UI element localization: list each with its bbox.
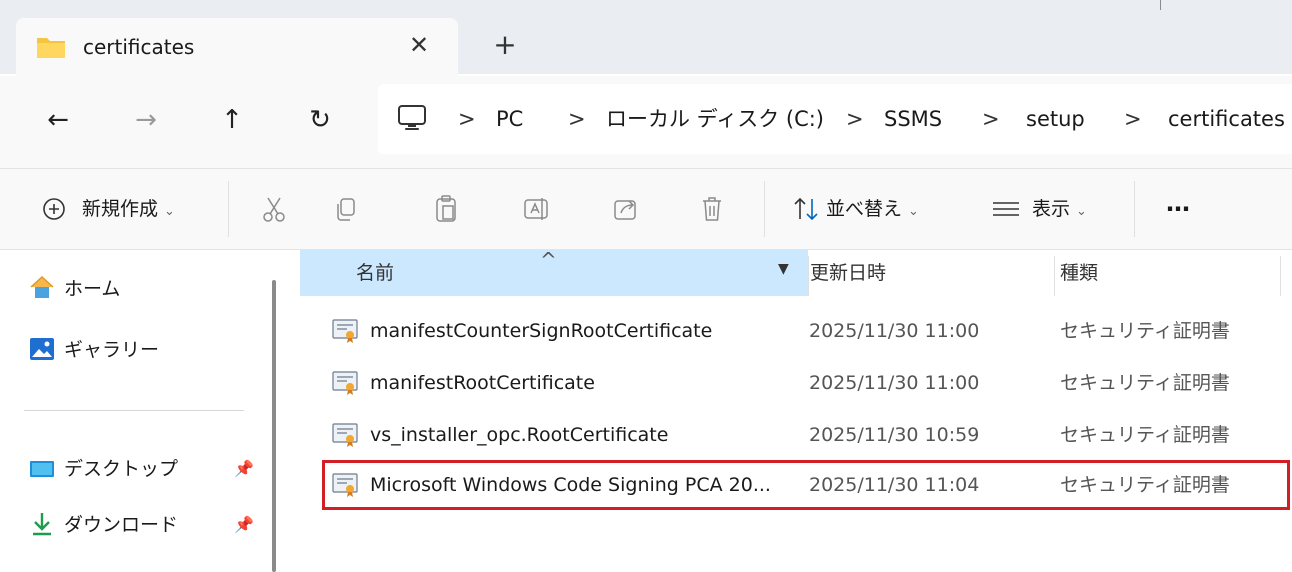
sort-icon: [794, 197, 818, 221]
file-list: 名前 ^ ▼ 更新日時 種類 manifestCounterSignRootCe…: [290, 248, 1292, 572]
new-button-label: 新規作成: [82, 198, 159, 220]
file-date: 2025/11/30 11:00: [809, 320, 980, 342]
view-button-label: 表示: [1032, 198, 1071, 220]
column-header-date[interactable]: 更新日時: [808, 250, 1058, 296]
up-button[interactable]: ↑: [212, 100, 252, 140]
chevron-down-icon: ⌄: [908, 204, 919, 219]
file-type: セキュリティ証明書: [1060, 320, 1230, 342]
file-type: セキュリティ証明書: [1060, 424, 1230, 446]
share-icon[interactable]: [610, 193, 642, 225]
file-type: セキュリティ証明書: [1060, 474, 1230, 496]
address-bar[interactable]: > PC > ローカル ディスク (C:) > SSMS > setup > c…: [378, 84, 1292, 154]
sidebar-item-desktop[interactable]: デスクトップ: [64, 449, 178, 489]
copy-icon[interactable]: [330, 193, 362, 225]
new-plus-icon: [43, 198, 65, 220]
cut-icon[interactable]: [258, 193, 290, 225]
file-date: 2025/11/30 11:00: [809, 372, 980, 394]
column-label-name: 名前: [356, 262, 395, 284]
toolbar-divider: [228, 181, 229, 237]
certificate-icon: [332, 423, 358, 447]
file-name: manifestRootCertificate: [370, 372, 595, 394]
new-button[interactable]: 新規作成 ⌄: [82, 189, 175, 229]
file-date: 2025/11/30 10:59: [809, 424, 980, 446]
close-tab-icon[interactable]: ✕: [404, 30, 434, 60]
tab-strip: certificates ✕ +: [0, 0, 1292, 76]
sidebar-scrollbar[interactable]: [272, 280, 276, 572]
file-name: manifestCounterSignRootCertificate: [370, 320, 713, 342]
sidebar-item-downloads[interactable]: ダウンロード: [64, 505, 178, 545]
breadcrumb-ssms[interactable]: SSMS: [884, 84, 942, 154]
breadcrumb-separator: >: [1124, 107, 1142, 131]
file-type: セキュリティ証明書: [1060, 372, 1230, 394]
sort-ascending-icon: ^: [540, 248, 557, 272]
pin-icon[interactable]: 📌: [234, 515, 254, 535]
window-edge-line: [1160, 0, 1161, 10]
sort-button-label: 並べ替え: [826, 198, 903, 220]
file-row[interactable]: vs_installer_opc.RootCertificate 2025/11…: [322, 410, 1290, 460]
gallery-icon: [30, 338, 54, 360]
rename-icon[interactable]: [520, 193, 552, 225]
file-name: vs_installer_opc.RootCertificate: [370, 424, 669, 446]
breadcrumb-setup[interactable]: setup: [1026, 84, 1085, 154]
breadcrumb-separator: >: [982, 107, 1000, 131]
folder-icon: [37, 38, 65, 58]
download-icon: [33, 513, 51, 536]
column-divider[interactable]: [1054, 256, 1055, 296]
view-button[interactable]: 表示 ⌄: [1032, 189, 1087, 229]
refresh-button[interactable]: ↻: [300, 100, 340, 140]
back-button[interactable]: ←: [38, 100, 78, 140]
file-row[interactable]: manifestRootCertificate 2025/11/30 11:00…: [322, 358, 1290, 408]
pc-icon: [398, 105, 426, 130]
breadcrumb-pc[interactable]: PC: [496, 84, 523, 154]
chevron-down-icon: ⌄: [164, 204, 175, 219]
file-name: Microsoft Windows Code Signing PCA 20...: [370, 474, 771, 496]
home-icon: [30, 275, 54, 298]
column-label-date: 更新日時: [810, 262, 887, 284]
column-divider[interactable]: [1280, 256, 1281, 296]
tab-certificates[interactable]: certificates ✕: [16, 18, 458, 76]
breadcrumb-certificates[interactable]: certificates: [1168, 84, 1285, 154]
sidebar-item-gallery[interactable]: ギャラリー: [64, 330, 159, 370]
sidebar-divider: [24, 410, 244, 411]
certificate-icon: [332, 371, 358, 395]
sidebar-item-home[interactable]: ホーム: [64, 269, 120, 309]
chevron-down-icon[interactable]: ▼: [778, 261, 789, 277]
breadcrumb-separator: >: [846, 107, 864, 131]
more-options-button[interactable]: ⋯: [1166, 189, 1190, 229]
tab-title: certificates: [83, 35, 195, 59]
paste-icon[interactable]: [430, 193, 462, 225]
toolbar-divider: [764, 181, 765, 237]
column-header-name[interactable]: 名前 ^ ▼: [300, 248, 808, 296]
new-tab-button[interactable]: +: [487, 28, 523, 64]
column-label-type: 種類: [1060, 262, 1099, 284]
certificate-icon: [332, 319, 358, 343]
breadcrumb-local-disk[interactable]: ローカル ディスク (C:): [606, 84, 824, 154]
command-bar: 新規作成 ⌄ 並べ替え ⌄ 表示 ⌄ ⋯: [0, 169, 1292, 249]
sort-button[interactable]: 並べ替え ⌄: [826, 189, 919, 229]
navigation-pane: ホーム ギャラリー デスクトップ 📌 ダウンロード 📌: [0, 250, 290, 572]
forward-button[interactable]: →: [126, 100, 166, 140]
column-header-type[interactable]: 種類: [1058, 250, 1278, 296]
pin-icon[interactable]: 📌: [234, 459, 254, 479]
file-row-highlighted[interactable]: Microsoft Windows Code Signing PCA 20...…: [322, 460, 1290, 510]
breadcrumb-separator: >: [458, 107, 476, 131]
desktop-icon: [30, 461, 54, 477]
breadcrumb-separator: >: [568, 107, 586, 131]
view-icon: [993, 202, 1019, 216]
delete-icon[interactable]: [696, 193, 728, 225]
chevron-down-icon: ⌄: [1076, 204, 1087, 219]
navigation-bar: ← → ↑ ↻ > PC > ローカル ディスク (C:) > SSMS > s…: [0, 76, 1292, 168]
toolbar-divider: [1134, 181, 1135, 237]
certificate-icon: [332, 473, 358, 497]
file-row[interactable]: manifestCounterSignRootCertificate 2025/…: [322, 306, 1290, 356]
file-date: 2025/11/30 11:04: [809, 474, 980, 496]
